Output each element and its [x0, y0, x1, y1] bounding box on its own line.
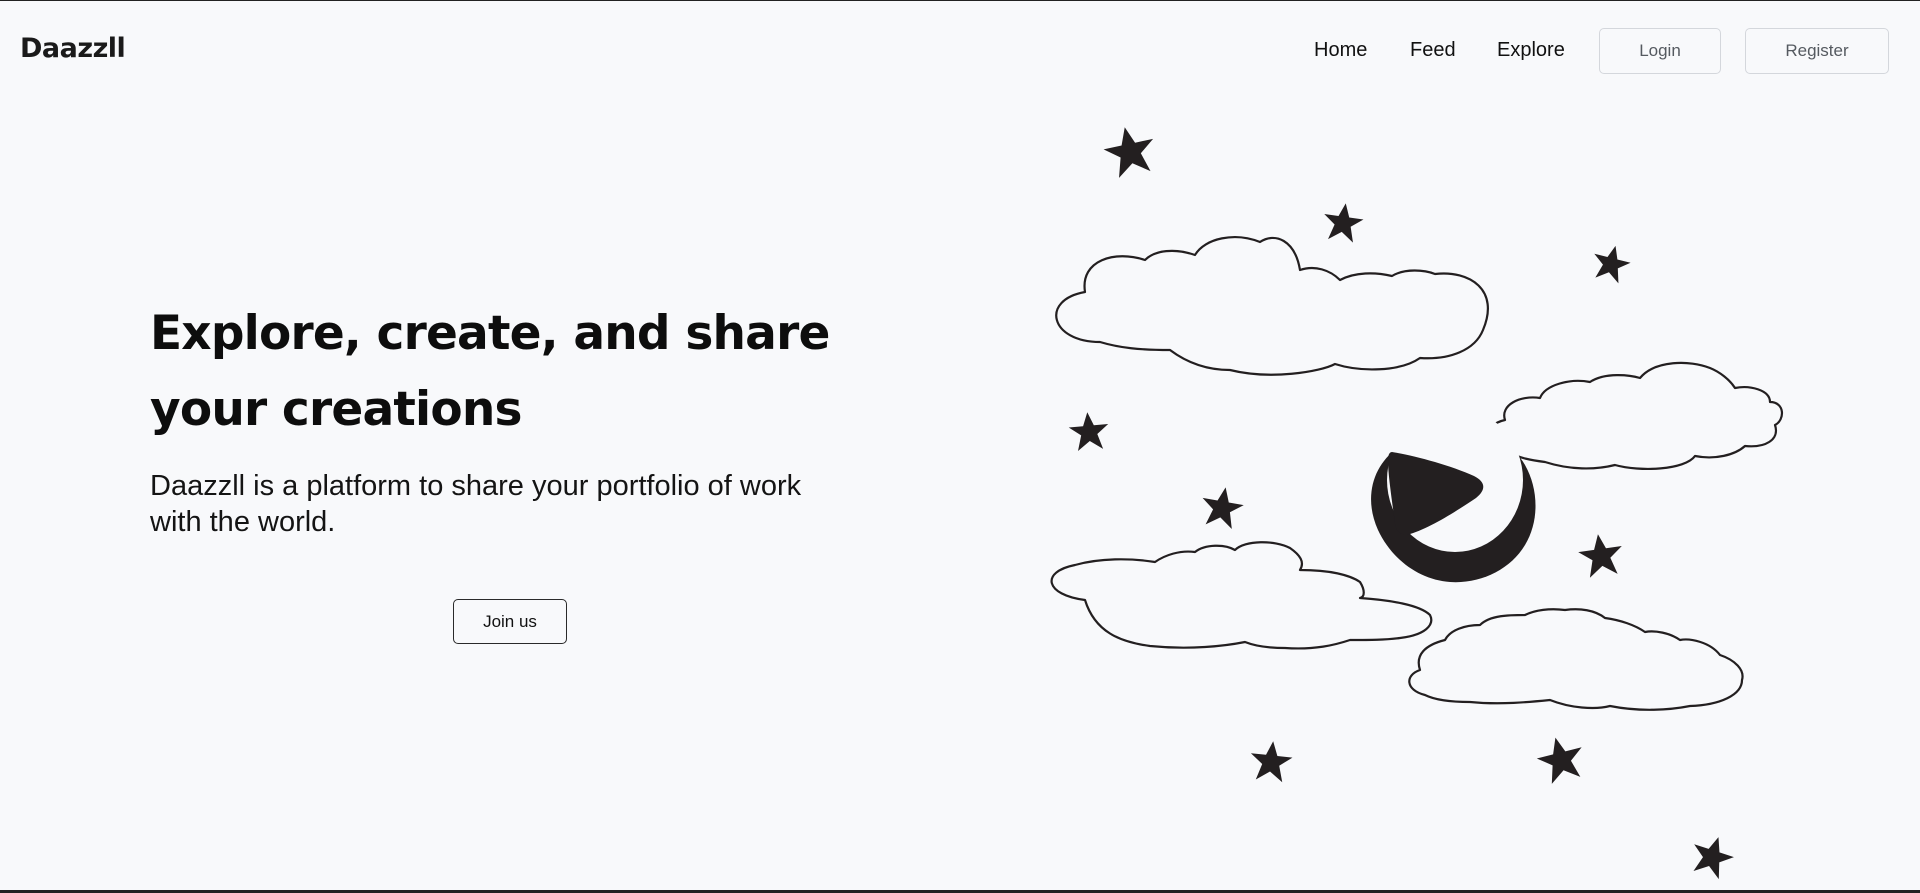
star-icon	[1588, 241, 1634, 286]
cloud-icon	[1408, 608, 1744, 711]
cloud-icon	[1050, 541, 1433, 650]
nav-home-link[interactable]: Home	[1314, 39, 1367, 62]
star-icon	[1320, 200, 1366, 244]
star-icon	[1532, 731, 1589, 786]
star-icon	[1099, 121, 1160, 180]
hero-subtitle: Daazzll is a platform to share your port…	[150, 470, 802, 538]
join-us-button[interactable]: Join us	[453, 599, 567, 644]
cloud-icon	[1055, 236, 1489, 376]
site-logo[interactable]: Daazzll	[20, 33, 126, 64]
login-button[interactable]: Login	[1599, 28, 1721, 74]
star-icon	[1686, 830, 1739, 882]
nav-feed-link[interactable]: Feed	[1410, 39, 1456, 62]
star-icon	[1576, 531, 1626, 579]
star-icon	[1067, 410, 1111, 452]
hero-illustration	[1050, 121, 1783, 882]
nav-explore-link[interactable]: Explore	[1497, 39, 1565, 62]
star-icon	[1248, 739, 1294, 784]
window-top-border	[0, 0, 1920, 1]
star-icon	[1198, 483, 1247, 531]
cloud-icon	[1485, 361, 1783, 470]
register-button[interactable]: Register	[1745, 28, 1889, 74]
hero-title: Explore, create, and share your creation…	[150, 306, 830, 437]
